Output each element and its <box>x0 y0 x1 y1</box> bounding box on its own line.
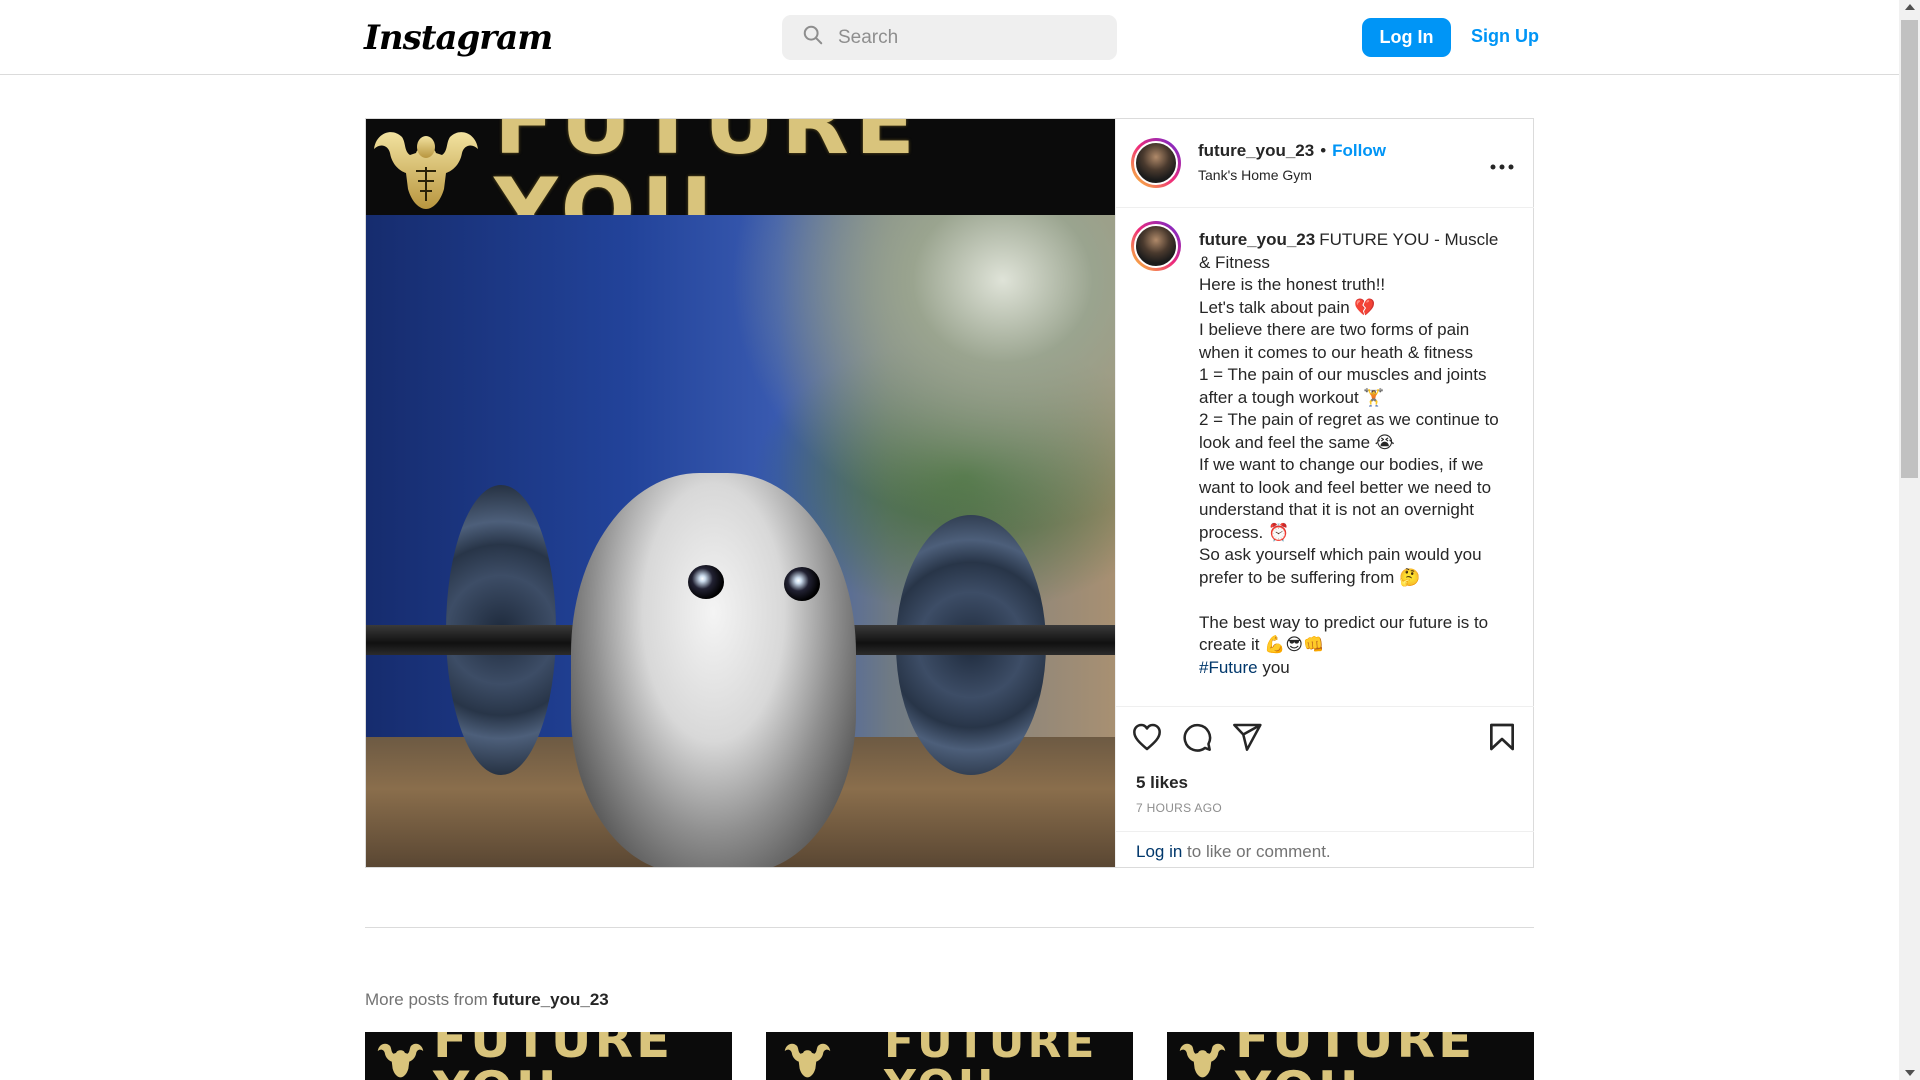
likes-count[interactable]: 5 likes <box>1136 773 1188 793</box>
muscle-figure-icon <box>373 1038 428 1080</box>
more-posts-heading: More posts from future_you_23 <box>365 990 609 1010</box>
bookmark-icon[interactable] <box>1486 721 1518 753</box>
hashtag-link[interactable]: #Future <box>1199 658 1258 677</box>
sign-up-link[interactable]: Sign Up <box>1471 26 1539 47</box>
instagram-logo[interactable]: Instagram <box>364 18 553 58</box>
caption-text: FUTURE YOU - Muscle & Fitness Here is th… <box>1199 230 1499 654</box>
more-post-thumbnail[interactable]: FUTURE YOU <box>766 1032 1133 1080</box>
thumbnail-banner-text: FUTURE YOU <box>433 1032 674 1080</box>
caption-avatar[interactable] <box>1131 221 1181 271</box>
author-avatar[interactable] <box>1131 138 1181 188</box>
kitten-left-eye <box>688 565 724 599</box>
follow-button[interactable]: Follow <box>1332 141 1386 160</box>
author-username[interactable]: future_you_23 <box>1198 141 1314 160</box>
page-scrollbar[interactable] <box>1899 0 1920 1080</box>
login-prompt-text: to like or comment. <box>1182 842 1331 861</box>
search-box[interactable] <box>782 15 1117 60</box>
login-prompt: Log in to like or comment. <box>1116 831 1534 868</box>
caption-section: future_you_23 FUTURE YOU - Muscle & Fitne… <box>1116 209 1534 705</box>
share-icon[interactable] <box>1231 721 1263 753</box>
more-posts-username[interactable]: future_you_23 <box>493 990 609 1009</box>
scrollbar-thumb[interactable] <box>1901 20 1918 478</box>
separator-dot: • <box>1320 141 1327 160</box>
muscle-figure-icon <box>366 119 486 215</box>
post-location[interactable]: Tank's Home Gym <box>1198 167 1312 183</box>
thumbnail-banner-text: FUTURE YOU <box>1235 1032 1476 1080</box>
more-posts-label: More posts from <box>365 990 493 1009</box>
scroll-down-arrow-icon[interactable] <box>1905 1070 1915 1076</box>
comment-icon[interactable] <box>1181 721 1213 753</box>
post-card: FUTURE YOU future_you_23 • Follow Tank's H… <box>365 118 1534 868</box>
post-caption: future_you_23 FUTURE YOU - Muscle & Fitne… <box>1199 229 1509 679</box>
heart-icon[interactable] <box>1131 721 1163 753</box>
author-line: future_you_23 • Follow <box>1198 141 1386 161</box>
search-icon <box>802 24 824 51</box>
more-post-thumbnail[interactable]: FUTURE YOU <box>1167 1032 1534 1080</box>
more-post-thumbnail[interactable]: FUTURE YOU <box>365 1032 732 1080</box>
image-banner: FUTURE YOU <box>366 119 1115 255</box>
thumbnail-banner-text: FUTURE YOU <box>884 1032 1098 1080</box>
log-in-button[interactable]: Log In <box>1362 18 1451 57</box>
caption-username[interactable]: future_you_23 <box>1199 230 1315 249</box>
post-sidebar: future_you_23 • Follow Tank's Home Gym fut… <box>1115 119 1534 867</box>
post-image[interactable]: FUTURE YOU <box>366 119 1115 867</box>
search-input[interactable] <box>838 26 1098 49</box>
post-timestamp[interactable]: 7 HOURS AGO <box>1136 801 1222 815</box>
log-in-link[interactable]: Log in <box>1136 842 1182 861</box>
kitten-right-eye <box>784 567 820 601</box>
muscle-figure-icon <box>780 1038 835 1080</box>
more-options-icon[interactable] <box>1490 151 1514 177</box>
kitten <box>571 473 856 867</box>
post-actions: 5 likes 7 HOURS AGO Log in to like or co… <box>1116 706 1534 867</box>
hashtag-suffix: you <box>1257 657 1290 677</box>
muscle-figure-icon <box>1175 1038 1230 1080</box>
kitten-photo <box>366 215 1115 867</box>
section-divider <box>365 927 1534 928</box>
top-navigation-bar: Instagram Log In Sign Up <box>0 0 1899 75</box>
post-header: future_you_23 • Follow Tank's Home Gym <box>1116 119 1534 208</box>
scroll-up-arrow-icon[interactable] <box>1905 4 1915 10</box>
